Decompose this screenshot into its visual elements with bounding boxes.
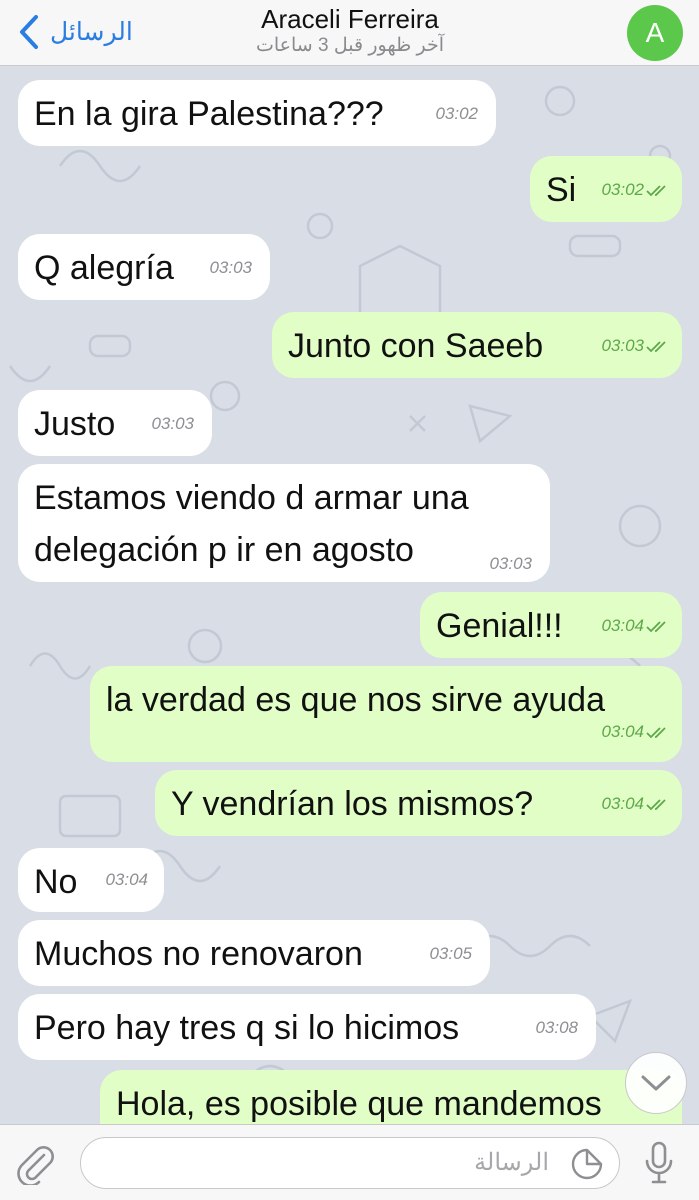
sticker-icon[interactable]: [570, 1147, 604, 1181]
scroll-to-bottom-button[interactable]: [625, 1052, 687, 1114]
message-time: 03:02: [601, 166, 670, 214]
message-outgoing[interactable]: la verdad es que nos sirve ayuda 03:04: [90, 666, 682, 762]
avatar[interactable]: A: [627, 5, 683, 61]
message-time: 03:03: [601, 322, 670, 370]
message-input-bar: [0, 1124, 699, 1200]
chat-title-block[interactable]: Araceli Ferreira آخر ظهور قبل 3 ساعات: [150, 4, 550, 58]
message-time: 03:04: [601, 780, 670, 828]
message-incoming[interactable]: No 03:04: [18, 848, 164, 912]
message-text: En la gira Palestina???: [34, 95, 384, 133]
message-outgoing[interactable]: Genial!!! 03:04: [420, 592, 682, 658]
message-incoming[interactable]: Muchos no renovaron 03:05: [18, 920, 490, 986]
double-check-icon: [646, 184, 666, 196]
chat-header: الرسائل Araceli Ferreira آخر ظهور قبل 3 …: [0, 0, 699, 66]
message-outgoing[interactable]: Hola, es posible que mandemos: [100, 1070, 682, 1124]
double-check-icon: [646, 726, 666, 738]
last-seen-status: آخر ظهور قبل 3 ساعات: [255, 35, 444, 56]
message-text: la verdad es que nos sirve ayuda: [106, 681, 605, 719]
message-list[interactable]: En la gira Palestina??? 03:02 Si 03:02 Q…: [0, 66, 699, 1124]
message-outgoing[interactable]: Junto con Saeeb 03:03: [272, 312, 682, 378]
message-time: 03:03: [151, 414, 194, 433]
message-text: Junto con Saeeb: [288, 327, 544, 365]
message-time-value: 03:02: [601, 180, 644, 199]
message-incoming[interactable]: Pero hay tres q si lo hicimos 03:08: [18, 994, 596, 1060]
microphone-icon[interactable]: [644, 1141, 674, 1185]
back-label: الرسائل: [50, 18, 133, 46]
paperclip-icon[interactable]: [14, 1143, 56, 1185]
message-time: 03:04: [105, 870, 148, 889]
message-time-value: 03:04: [601, 616, 644, 635]
chevron-down-icon: [641, 1075, 671, 1091]
message-time: 03:04: [601, 708, 670, 756]
message-outgoing[interactable]: Y vendrían los mismos? 03:04: [155, 770, 682, 836]
message-time-value: 03:04: [601, 722, 644, 741]
message-time: 03:04: [601, 602, 670, 650]
message-text: Si: [546, 171, 577, 209]
message-text: No: [34, 863, 78, 901]
message-text: Y vendrían los mismos?: [171, 785, 534, 823]
message-text: Estamos viendo d armar una: [34, 479, 469, 517]
message-text: Justo: [34, 405, 116, 443]
avatar-letter: A: [645, 17, 665, 48]
message-time-value: 03:03: [601, 336, 644, 355]
message-text-line2: delegación p ir en agosto: [34, 531, 414, 569]
message-text: Hola, es posible que mandemos: [116, 1085, 602, 1123]
double-check-icon: [646, 340, 666, 352]
message-text: Pero hay tres q si lo hicimos: [34, 1009, 460, 1047]
message-text: Muchos no renovaron: [34, 935, 363, 973]
back-chevron-icon: [20, 15, 38, 49]
message-time: 03:03: [209, 258, 252, 277]
message-text: Q alegría: [34, 249, 174, 287]
message-text: Genial!!!: [436, 607, 563, 645]
message-incoming[interactable]: Justo 03:03: [18, 390, 212, 456]
message-time: 03:08: [535, 1018, 578, 1037]
message-incoming[interactable]: En la gira Palestina??? 03:02: [18, 80, 496, 146]
message-time: 03:03: [489, 554, 532, 573]
message-incoming[interactable]: Estamos viendo d armar una delegación p …: [18, 464, 550, 582]
message-outgoing[interactable]: Si 03:02: [530, 156, 682, 222]
message-time-value: 03:04: [601, 794, 644, 813]
double-check-icon: [646, 798, 666, 810]
message-time: 03:02: [435, 104, 478, 123]
message-time: 03:05: [429, 944, 472, 963]
chat-title: Araceli Ferreira: [261, 4, 439, 34]
message-input[interactable]: [80, 1137, 620, 1189]
back-button[interactable]: الرسائل: [18, 12, 133, 52]
double-check-icon: [646, 620, 666, 632]
message-incoming[interactable]: Q alegría 03:03: [18, 234, 270, 300]
